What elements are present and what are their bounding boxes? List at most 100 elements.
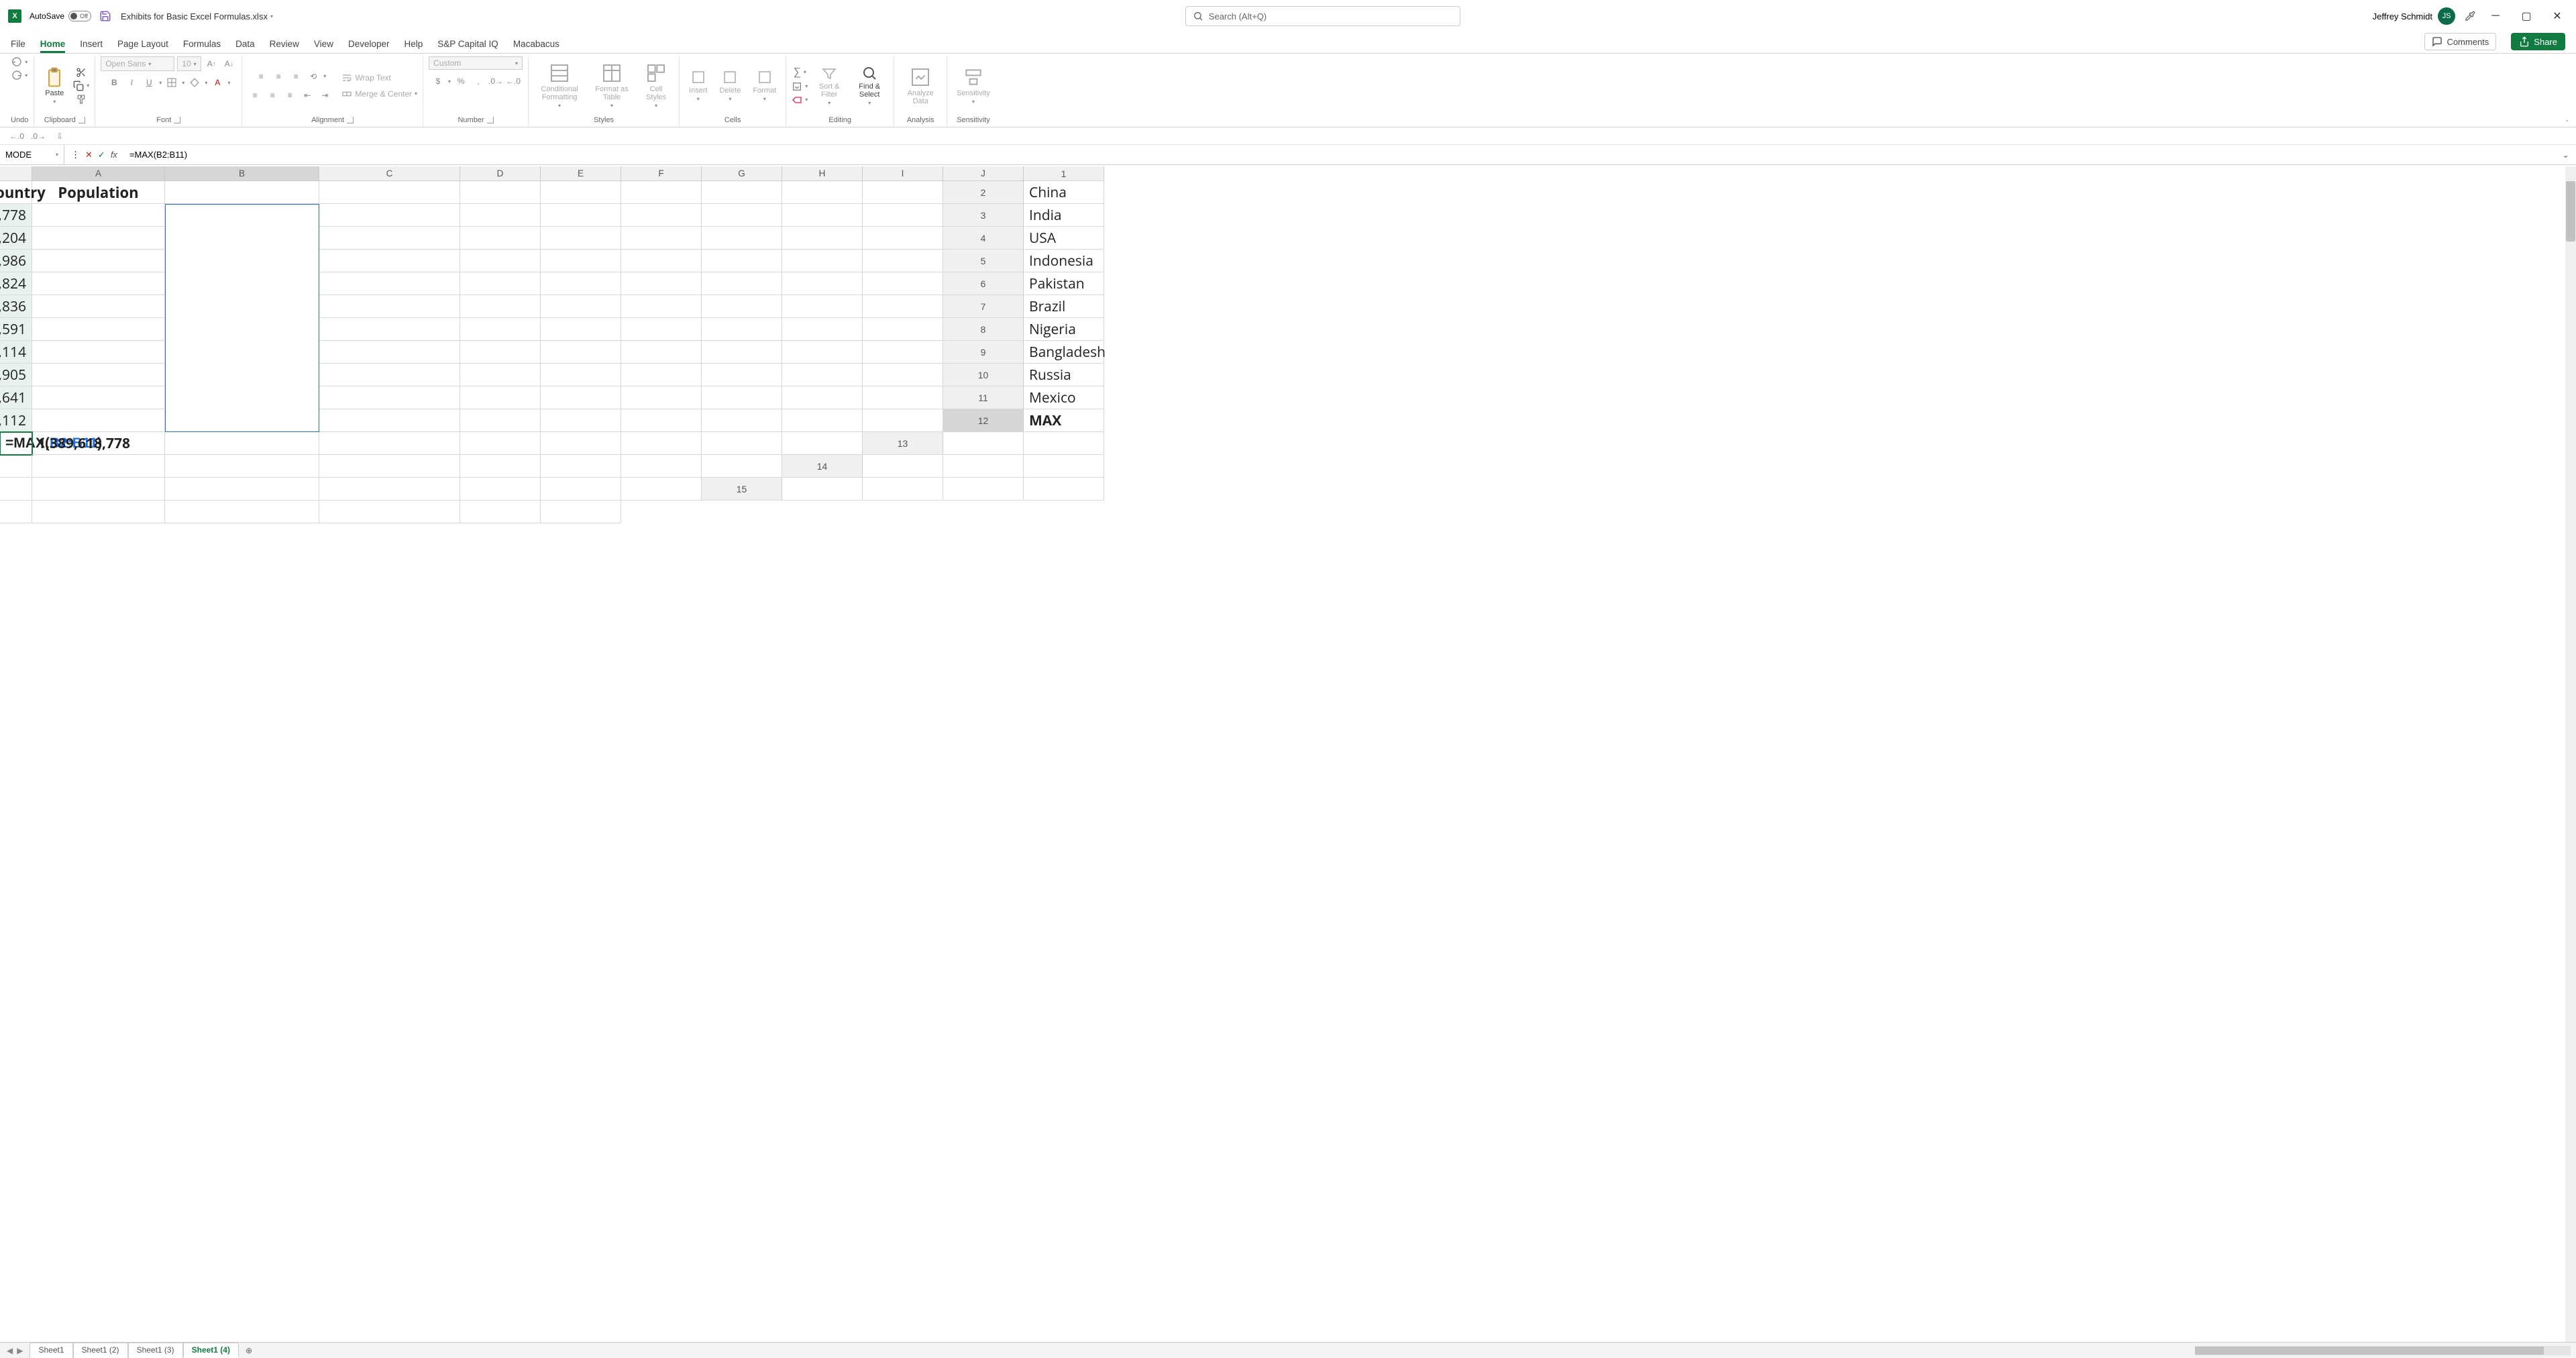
toggle-switch[interactable]: Off [68, 11, 91, 21]
row-header-3[interactable]: 3 [943, 204, 1024, 227]
more-icon[interactable]: ⋮ [71, 150, 80, 160]
format-as-table-button[interactable]: Format as Table▾ [589, 61, 635, 110]
cell-G8[interactable] [621, 341, 702, 364]
analyze-data-button[interactable]: Analyze Data [900, 65, 941, 107]
cell-G13[interactable] [460, 455, 541, 478]
dialog-launcher-icon[interactable] [487, 117, 494, 123]
expand-formula-bar-icon[interactable]: ⌄ [2555, 150, 2576, 160]
cell-H3[interactable] [702, 227, 782, 250]
align-center-icon[interactable]: ≡ [265, 88, 280, 103]
cell-J8[interactable] [863, 341, 943, 364]
cell-B15[interactable] [863, 478, 943, 501]
cell-A14[interactable] [863, 455, 943, 478]
column-header-I[interactable]: I [863, 166, 943, 181]
align-left-icon[interactable]: ≡ [248, 88, 262, 103]
scrollbar-thumb[interactable] [2195, 1347, 2544, 1355]
cell-styles-button[interactable]: Cell Styles▾ [639, 61, 674, 110]
cell-D11[interactable] [319, 409, 460, 432]
cell-E3[interactable] [460, 227, 541, 250]
borders-button[interactable] [164, 75, 179, 90]
maximize-button[interactable]: ▢ [2516, 5, 2537, 27]
cell-F7[interactable] [541, 318, 621, 341]
clear-icon[interactable] [792, 95, 802, 105]
cell-J9[interactable] [863, 364, 943, 386]
cell-F4[interactable] [541, 250, 621, 272]
cell-I10[interactable] [782, 386, 863, 409]
cell-E12[interactable] [319, 432, 460, 455]
tab-data[interactable]: Data [235, 39, 255, 53]
cell-H5[interactable] [702, 272, 782, 295]
cell-F9[interactable] [541, 364, 621, 386]
row-header-13[interactable]: 13 [863, 432, 943, 455]
cell-J15[interactable] [541, 501, 621, 523]
cell-B10[interactable]: 141,944,641 [0, 386, 32, 409]
cell-G11[interactable] [621, 409, 702, 432]
comma-format-icon[interactable]: , [471, 74, 486, 89]
format-painter-icon[interactable] [76, 94, 87, 105]
cell-F15[interactable] [32, 501, 165, 523]
insert-cells-button[interactable]: Insert▾ [685, 68, 712, 103]
cell-F11[interactable] [541, 409, 621, 432]
cell-H9[interactable] [702, 364, 782, 386]
sheet-tab-sheet1-3-[interactable]: Sheet1 (3) [128, 1343, 183, 1358]
cell-I4[interactable] [782, 250, 863, 272]
cell-E8[interactable] [460, 341, 541, 364]
formula-input[interactable]: =MAX(B2:B11) [124, 150, 2555, 160]
row-header-2[interactable]: 2 [943, 181, 1024, 204]
italic-button[interactable]: I [124, 75, 139, 90]
cell-B1[interactable]: Population [32, 181, 165, 204]
row-header-4[interactable]: 4 [943, 227, 1024, 250]
column-header-E[interactable]: E [541, 166, 621, 181]
cell-E9[interactable] [460, 364, 541, 386]
tab-developer[interactable]: Developer [348, 39, 390, 53]
delete-cells-button[interactable]: Delete▾ [716, 68, 745, 103]
cell-F12[interactable] [460, 432, 541, 455]
cell-A15[interactable] [782, 478, 863, 501]
increase-decimal-icon[interactable]: .0→ [488, 74, 503, 89]
chevron-down-icon[interactable]: ▾ [25, 72, 28, 79]
cell-A1[interactable]: Country [0, 181, 32, 204]
select-all-corner[interactable] [0, 166, 32, 181]
cell-E15[interactable] [0, 501, 32, 523]
cell-E1[interactable] [460, 181, 541, 204]
tab-formulas[interactable]: Formulas [183, 39, 221, 53]
row-header-6[interactable]: 6 [943, 272, 1024, 295]
decrease-decimal-icon[interactable]: ←.0 [9, 129, 24, 144]
column-header-F[interactable]: F [621, 166, 702, 181]
row-header-14[interactable]: 14 [782, 455, 863, 478]
cell-I3[interactable] [782, 227, 863, 250]
cell-J7[interactable] [863, 318, 943, 341]
cell-J5[interactable] [863, 272, 943, 295]
column-header-A[interactable]: A [32, 166, 165, 181]
cell-F3[interactable] [541, 227, 621, 250]
chevron-down-icon[interactable]: ▾ [448, 79, 451, 85]
tab-help[interactable]: Help [405, 39, 423, 53]
format-cells-button[interactable]: Format▾ [749, 68, 780, 103]
chevron-down-icon[interactable]: ▾ [804, 69, 806, 75]
cell-H14[interactable] [460, 478, 541, 501]
row-header-1[interactable]: 1 [1024, 166, 1104, 181]
chevron-down-icon[interactable]: ▾ [56, 152, 58, 158]
cell-E4[interactable] [460, 250, 541, 272]
font-name-select[interactable]: Open Sans▾ [101, 56, 174, 71]
customize-qat-icon[interactable]: ⇩ [52, 129, 67, 144]
dialog-launcher-icon[interactable] [347, 117, 354, 123]
cell-A11[interactable]: Mexico [1024, 386, 1104, 409]
spreadsheet-grid[interactable]: ABCDEFGHIJ1CountryPopulation2China1,389,… [0, 166, 2576, 1342]
cell-A4[interactable]: USA [1024, 227, 1104, 250]
sort-filter-button[interactable]: Sort & Filter▾ [812, 64, 847, 107]
cell-H10[interactable] [702, 386, 782, 409]
cell-H8[interactable] [702, 341, 782, 364]
cell-C2[interactable] [32, 204, 165, 227]
cell-E6[interactable] [460, 295, 541, 318]
column-header-B[interactable]: B [165, 166, 319, 181]
cell-C11[interactable] [32, 409, 165, 432]
cell-G14[interactable] [319, 478, 460, 501]
cell-B14[interactable] [943, 455, 1024, 478]
increase-decimal-icon[interactable]: .0→ [31, 129, 46, 144]
cancel-formula-icon[interactable]: ✕ [85, 150, 93, 160]
cell-C1[interactable] [165, 181, 319, 204]
chevron-down-icon[interactable]: ▾ [182, 80, 184, 86]
cell-B6[interactable]: 210,797,836 [0, 295, 32, 318]
close-button[interactable]: ✕ [2546, 5, 2568, 27]
